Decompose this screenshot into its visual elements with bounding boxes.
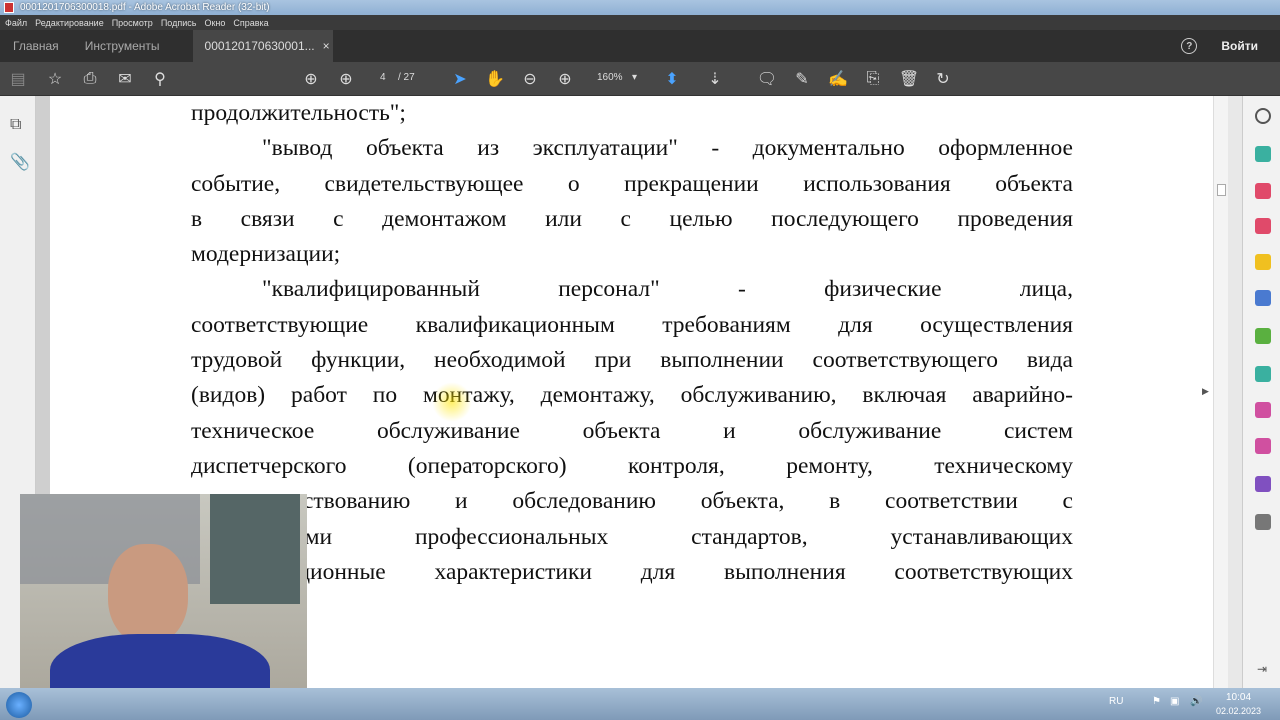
select-cursor-icon[interactable]: ➤ — [450, 69, 470, 89]
share-icon[interactable]: ⎘ — [863, 69, 883, 89]
collapse-right-icon[interactable]: ▶ — [1202, 386, 1209, 397]
tab-document-label: 000120170630001... — [204, 39, 315, 53]
sign-icon[interactable]: ✍ — [828, 69, 848, 89]
document-text: продолжительность"; "вывод объекта из эк… — [191, 96, 1073, 625]
star-icon[interactable]: ☆ — [45, 69, 65, 89]
protect-icon[interactable] — [1255, 438, 1271, 454]
scroll-mode-icon[interactable]: ⇣ — [705, 69, 725, 89]
highlight-icon[interactable]: ✎ — [792, 69, 812, 89]
text-line: продолжительность"; — [191, 100, 406, 126]
collapse-panel-icon[interactable]: ⇥ — [1257, 662, 1267, 676]
menu-file[interactable]: Файл — [5, 18, 27, 28]
zoom-tool-icon[interactable] — [1255, 108, 1271, 124]
text-line: в связи с демонтажом или с целью последу… — [191, 205, 1073, 232]
person-face — [108, 544, 188, 644]
zoom-in-icon[interactable]: ⊕ — [555, 69, 575, 89]
text-line: "вывод объекта из эксплуатации" - докуме… — [262, 135, 1073, 162]
menu-sign[interactable]: Подпись — [161, 18, 197, 28]
text-line: освидетельствованию и обследованию объек… — [191, 488, 1073, 515]
tab-document[interactable]: 000120170630001... × — [192, 30, 333, 62]
close-tab-icon[interactable]: × — [323, 39, 330, 53]
tab-home[interactable]: Главная — [0, 30, 72, 62]
page-number-input[interactable]: 4 — [380, 72, 386, 83]
network-icon[interactable]: ▣ — [1170, 696, 1179, 707]
menu-bar: Файл Редактирование Просмотр Подпись Окн… — [0, 15, 1280, 30]
comment-tool-icon[interactable] — [1255, 254, 1271, 270]
text-line: диспетчерского (операторского) контроля,… — [191, 452, 1073, 479]
scrollbar-thumb[interactable] — [1217, 184, 1226, 196]
text-line: модернизации; — [191, 241, 341, 268]
text-line: (видов) работ по монтажу, демонтажу, обс… — [191, 382, 1073, 409]
more-tools-icon[interactable] — [1255, 514, 1271, 530]
language-indicator[interactable]: RU — [1109, 696, 1123, 707]
chevron-down-icon[interactable]: ▾ — [632, 72, 637, 83]
volume-icon[interactable]: 🔊 — [1190, 696, 1202, 707]
menu-view[interactable]: Просмотр — [112, 18, 153, 28]
text-line: работ; — [191, 590, 1073, 625]
right-tools-panel: ⇥ — [1242, 96, 1280, 688]
compress-icon[interactable] — [1255, 328, 1271, 344]
text-line: событие, свидетельствующее о прекращении… — [191, 170, 1073, 197]
print-icon[interactable]: ⎙ — [80, 69, 100, 89]
start-button[interactable] — [6, 692, 32, 718]
create-pdf-icon[interactable] — [1255, 146, 1271, 162]
menu-window[interactable]: Окно — [204, 18, 225, 28]
text-line: соответствующие квалификационным требова… — [191, 311, 1073, 338]
window-title: 0001201706300018.pdf - Adobe Acrobat Rea… — [20, 2, 270, 13]
request-signature-icon[interactable] — [1255, 476, 1271, 492]
clock-time[interactable]: 10:04 — [1226, 692, 1251, 703]
search-icon[interactable]: ⚲ — [150, 69, 170, 89]
text-line: "квалифицированный персонал" - физически… — [262, 276, 1073, 303]
panel-gap — [1228, 96, 1242, 688]
acrobat-icon — [4, 2, 14, 13]
cursor-highlight — [432, 382, 472, 422]
page-total: / 27 — [398, 72, 415, 83]
menu-help[interactable]: Справка — [233, 18, 268, 28]
sign-in-button[interactable]: Войти — [1221, 39, 1258, 53]
zoom-select[interactable]: 160% — [597, 72, 623, 83]
organize-pages-icon[interactable] — [1255, 183, 1271, 199]
text-line: трудовой функции, необходимой при выполн… — [191, 347, 1073, 374]
pages-icon[interactable]: ⧉ — [10, 116, 21, 134]
tab-tools[interactable]: Инструменты — [72, 30, 173, 62]
zoom-out-icon[interactable]: ⊖ — [520, 69, 540, 89]
menu-edit[interactable]: Редактирование — [35, 18, 104, 28]
hand-icon[interactable]: ✋ — [485, 69, 505, 89]
fill-sign-icon[interactable] — [1255, 402, 1271, 418]
export-pdf-icon[interactable] — [1255, 218, 1271, 234]
enhance-scan-icon[interactable] — [1255, 366, 1271, 382]
save-icon[interactable]: ▤ — [8, 69, 28, 89]
tab-bar: Главная Инструменты 000120170630001... × … — [0, 30, 1280, 62]
fit-page-icon[interactable]: ⬍ — [662, 69, 682, 89]
attachment-icon[interactable]: 📎 — [10, 152, 30, 172]
action-center-icon[interactable]: ⚑ — [1152, 696, 1161, 707]
email-icon[interactable]: ✉ — [115, 69, 135, 89]
comment-icon[interactable]: 🗨 — [757, 69, 777, 89]
help-icon[interactable]: ? — [1181, 38, 1198, 54]
text-line: техническое обслуживание объекта и обслу… — [191, 417, 1073, 444]
text-line: требованиями профессиональных стандартов… — [191, 523, 1073, 550]
text-line: квалификационные характеристики для выпо… — [191, 558, 1073, 585]
prev-page-icon[interactable]: ⊕ — [301, 69, 321, 89]
next-page-icon[interactable]: ⊕ — [336, 69, 356, 89]
taskbar: RU ⚑ ▣ 🔊 10:04 02.02.2023 — [0, 688, 1280, 720]
vertical-scrollbar[interactable] — [1213, 96, 1228, 688]
rotate-icon[interactable]: ↻ — [933, 69, 953, 89]
toolbar: ▤ ☆ ⎙ ✉ ⚲ ⊕ ⊕ 4 / 27 ➤ ✋ ⊖ ⊕ 160% ▾ ⬍ ⇣ … — [0, 62, 1280, 96]
clock-date[interactable]: 02.02.2023 — [1216, 706, 1261, 716]
title-bar: 0001201706300018.pdf - Adobe Acrobat Rea… — [0, 0, 1280, 15]
webcam-overlay — [20, 494, 307, 708]
delete-icon[interactable]: 🗑 — [899, 69, 919, 89]
edit-pdf-icon[interactable] — [1255, 290, 1271, 306]
